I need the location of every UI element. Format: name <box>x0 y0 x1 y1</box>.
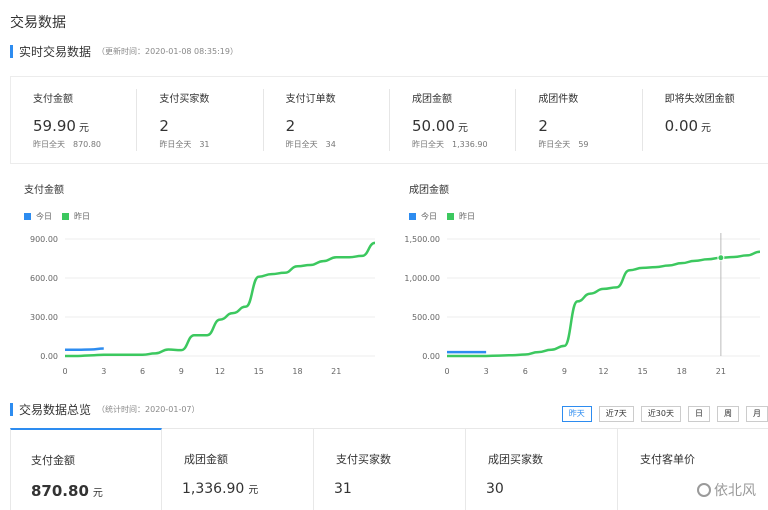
stat-yesterday: 昨日全天 31 <box>159 140 210 149</box>
overview-value: 31 <box>334 481 352 497</box>
stat-label: 支付买家数 <box>159 94 210 105</box>
realtime-stats-panel: 支付金额 59.90 元 昨日全天 870.80 支付买家数 2 昨日全天 31 支付… <box>10 76 768 164</box>
realtime-section-header: 实时交易数据 （更新时间：2020-01-08 08:35:19） <box>10 43 238 59</box>
x-tick-label: 12 <box>215 367 225 376</box>
stat-yesterday: 昨日全天 59 <box>538 140 589 149</box>
series-line-today <box>65 347 104 352</box>
overview-value: 30 <box>486 481 504 497</box>
x-tick-label: 12 <box>598 367 608 376</box>
section-accent-bar <box>10 402 13 416</box>
y-tick-label: 1,500.00 <box>404 235 440 244</box>
update-time: （更新时间：2020-01-08 08:35:19） <box>97 46 238 56</box>
range-week-button[interactable]: 周 <box>717 406 739 422</box>
range-day-button[interactable]: 日 <box>688 406 710 422</box>
y-tick-label: 0.00 <box>422 352 440 361</box>
overview-card-payment-amount[interactable]: 支付金额 870.80 元 <box>10 428 162 510</box>
y-tick-label: 900.00 <box>30 235 58 244</box>
overview-label: 支付金额 <box>31 454 75 467</box>
payment-amount-chart: 支付金额 今日 昨日 0.00 300.00 600.00 900.00 0 3 6 9 12 1… <box>10 175 390 390</box>
hover-point <box>717 254 725 262</box>
stat-value: 2 <box>159 117 169 135</box>
x-tick-label: 6 <box>523 367 528 376</box>
stat-card[interactable]: 即将失效团金额 0.00 元 <box>643 77 768 163</box>
watermark-text: 依北风 <box>714 483 756 499</box>
stat-label: 支付订单数 <box>285 94 336 105</box>
stat-yesterday: 昨日全天 34 <box>285 140 336 149</box>
stat-label: 成团件数 <box>538 94 579 105</box>
overview-card-group-amount[interactable]: 成团金额 1,336.90 元 <box>162 428 314 510</box>
x-tick-label: 3 <box>101 367 106 376</box>
series-line-yesterday <box>64 241 376 358</box>
stat-card[interactable]: 支付金额 59.90 元 昨日全天 870.80 <box>11 77 138 163</box>
overview-label: 支付客单价 <box>640 453 695 466</box>
realtime-title: 实时交易数据 <box>19 44 92 59</box>
stat-card[interactable]: 支付买家数 2 昨日全天 31 <box>137 77 264 163</box>
y-tick-label: 600.00 <box>30 274 58 283</box>
overview-label: 成团买家数 <box>488 453 543 466</box>
x-tick-label: 6 <box>140 367 145 376</box>
stat-label: 成团金额 <box>411 94 452 105</box>
overview-title: 交易数据总览 <box>19 402 92 417</box>
overview-value: 1,336.90 元 <box>182 481 259 497</box>
y-tick-label: 0.00 <box>40 352 58 361</box>
range-selector: 昨天 近7天 近30天 日 周 月 <box>555 406 768 422</box>
stat-value: 0.00 元 <box>664 117 712 135</box>
stat-label: 支付金额 <box>33 94 73 105</box>
overview-value <box>638 481 642 497</box>
x-tick-label: 3 <box>484 367 489 376</box>
overview-label: 支付买家数 <box>336 453 391 466</box>
group-amount-chart: 成团金额 今日 昨日 0.00 500.00 1,000.00 1,500.00 0 3 6… <box>395 175 768 390</box>
stat-card[interactable]: 成团金额 50.00 元 昨日全天 1,336.90 <box>390 77 517 163</box>
watermark: 依北风 <box>697 480 756 500</box>
stat-yesterday <box>665 139 673 148</box>
stat-time: （统计时间：2020-01-07） <box>97 404 200 414</box>
x-tick-label: 9 <box>179 367 184 376</box>
x-tick-label: 0 <box>444 367 449 376</box>
series-line-yesterday <box>446 250 761 358</box>
section-accent-bar <box>10 44 13 58</box>
x-tick-label: 0 <box>62 367 67 376</box>
stat-value: 50.00 元 <box>411 117 468 135</box>
y-tick-label: 500.00 <box>412 313 440 322</box>
stat-card[interactable]: 成团件数 2 昨日全天 59 <box>516 77 643 163</box>
x-tick-label: 15 <box>254 367 264 376</box>
stat-value: 2 <box>285 117 296 135</box>
stat-value: 59.90 元 <box>33 117 89 135</box>
y-tick-label: 1,000.00 <box>404 274 440 283</box>
range-yesterday-button[interactable]: 昨天 <box>561 406 592 422</box>
overview-section-header: 交易数据总览 （统计时间：2020-01-07） <box>10 401 200 417</box>
x-tick-label: 9 <box>562 367 567 376</box>
overview-value: 870.80 元 <box>31 482 103 500</box>
x-tick-label: 18 <box>677 367 687 376</box>
stat-card[interactable]: 支付订单数 2 昨日全天 34 <box>264 77 391 163</box>
x-tick-label: 18 <box>292 367 302 376</box>
x-tick-label: 21 <box>716 367 726 376</box>
y-tick-label: 300.00 <box>30 313 58 322</box>
overview-cards: 支付金额 870.80 元 成团金额 1,336.90 元 支付买家数 31 成团买… <box>10 428 768 510</box>
overview-label: 成团金额 <box>184 453 228 466</box>
stat-label: 即将失效团金额 <box>664 94 735 105</box>
range-30-days-button[interactable]: 近30天 <box>640 406 681 422</box>
range-month-button[interactable]: 月 <box>746 406 768 422</box>
payment-chart-plot: 0.00 300.00 600.00 900.00 0 3 6 9 12 15 18 21 <box>30 235 376 376</box>
weibo-icon <box>697 483 711 497</box>
x-tick-label: 21 <box>331 367 341 376</box>
stat-yesterday: 昨日全天 1,336.90 <box>411 140 488 149</box>
stat-yesterday: 昨日全天 870.80 <box>33 140 101 149</box>
group-chart-plot: 0.00 500.00 1,000.00 1,500.00 0 3 6 9 12 15 18 21 <box>404 233 761 376</box>
range-7-days-button[interactable]: 近7天 <box>598 406 634 422</box>
stat-value: 2 <box>538 117 548 135</box>
page-title: 交易数据 <box>10 15 66 31</box>
x-tick-label: 15 <box>638 367 648 376</box>
overview-card-group-buyers[interactable]: 成团买家数 30 <box>466 428 618 510</box>
overview-card-payment-buyers[interactable]: 支付买家数 31 <box>314 428 466 510</box>
